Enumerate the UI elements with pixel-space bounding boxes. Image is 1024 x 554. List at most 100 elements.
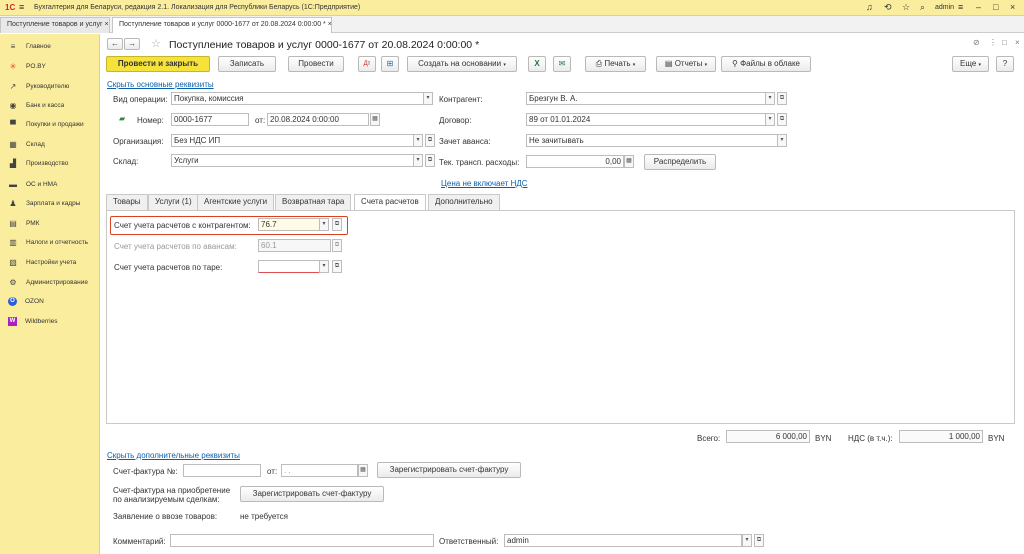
organization-dropdown-icon[interactable]: ▾ xyxy=(413,134,423,147)
window-title: Бухгалтерия для Беларуси, редакция 2.1. … xyxy=(34,4,361,11)
warehouse-field[interactable]: Услуги xyxy=(171,154,414,167)
create-based-button[interactable]: Создать на основании ▾ xyxy=(407,56,517,72)
contractor-field[interactable]: Брезгун В. А. xyxy=(526,92,766,105)
settings-menu-icon[interactable]: ≡ xyxy=(958,2,963,12)
post-and-close-button[interactable]: Провести и закрыть xyxy=(106,56,210,72)
responsible-dropdown-icon[interactable]: ▾ xyxy=(742,534,752,547)
favorite-star-icon[interactable]: ☆ xyxy=(151,37,161,50)
sidebar-item-6[interactable]: ▟ Производство xyxy=(0,154,100,172)
tab-additional[interactable]: Дополнительно xyxy=(428,194,500,210)
help-button[interactable]: ? xyxy=(996,56,1014,72)
tab-settlement-accounts[interactable]: Счета расчетов xyxy=(354,194,426,211)
print-button[interactable]: ⎙ Печать ▾ xyxy=(585,56,646,72)
sidebar-item-2[interactable]: ↗ Руководителю xyxy=(0,77,100,95)
tab-goods[interactable]: Товары xyxy=(106,194,148,210)
user-name[interactable]: admin xyxy=(935,4,954,11)
structure-icon[interactable]: ⊞ xyxy=(381,56,399,72)
sidebar-item-9[interactable]: ▤ РМК xyxy=(0,214,100,232)
star-icon[interactable]: ☆ xyxy=(902,2,910,13)
excel-icon[interactable]: X xyxy=(528,56,546,72)
warehouse-dropdown-icon[interactable]: ▾ xyxy=(413,154,423,167)
sidebar-item-1[interactable]: ✳ PO.BY xyxy=(0,57,100,75)
save-button[interactable]: Записать xyxy=(218,56,276,72)
minimize-icon[interactable]: – xyxy=(976,2,981,12)
sidebar-item-5[interactable]: ▦ Склад xyxy=(0,135,100,153)
contract-field[interactable]: 89 от 01.01.2024 xyxy=(526,113,766,126)
operation-field[interactable]: Покупка, комиссия xyxy=(171,92,424,105)
contractor-dropdown-icon[interactable]: ▾ xyxy=(765,92,775,105)
close-tab-icon[interactable]: × xyxy=(104,21,108,28)
tab-agent-services[interactable]: Агентские услуги xyxy=(197,194,275,210)
register-purchase-invoice-button[interactable]: Зарегистрировать счет-фактуру xyxy=(240,486,384,502)
hide-main-details-link[interactable]: Скрыть основные реквизиты xyxy=(107,80,214,90)
calendar-icon[interactable]: ▦ xyxy=(370,113,380,126)
sidebar-item-4[interactable]: ▀ Покупки и продажи xyxy=(0,115,100,133)
dt-kt-icon[interactable]: Дт xyxy=(358,56,376,72)
maximize-icon[interactable]: □ xyxy=(993,2,998,12)
warehouse-icon: ▦ xyxy=(9,139,17,149)
sidebar-item-10[interactable]: ▥ Налоги и отчетность xyxy=(0,233,100,251)
sidebar-item-0[interactable]: ≡ Главное xyxy=(0,37,100,55)
calculator-icon[interactable]: ▦ xyxy=(624,155,634,168)
sidebar-item-7[interactable]: ▬ ОС и НМА xyxy=(0,175,100,193)
sidebar-item-12[interactable]: ⚙ Администрирование xyxy=(0,273,100,291)
contract-open-icon[interactable]: ⧉ xyxy=(777,113,787,126)
close-form-icon[interactable]: × xyxy=(1015,38,1020,47)
close-tab-icon[interactable]: × xyxy=(328,21,332,28)
sidebar-item-11[interactable]: ▧ Настройки учета xyxy=(0,253,100,271)
more-button[interactable]: Еще ▾ xyxy=(952,56,989,72)
close-icon[interactable]: × xyxy=(1010,2,1015,12)
sidebar-item-3[interactable]: ◉ Банк и касса xyxy=(0,96,100,114)
window-tab-document[interactable]: Поступление товаров и услуг 0000-1677 от… xyxy=(112,17,332,33)
tare-account-field[interactable] xyxy=(258,260,320,273)
transport-costs-field[interactable]: 0,00 xyxy=(526,155,624,168)
send-icon[interactable]: ✉ xyxy=(553,56,571,72)
date-field[interactable]: 20.08.2024 0:00:00 xyxy=(267,113,369,126)
link-icon[interactable]: ⊘ xyxy=(973,38,980,47)
bell-icon[interactable]: ♫ xyxy=(866,2,873,12)
tare-account-dropdown-icon[interactable]: ▾ xyxy=(319,260,329,273)
invoice-calendar-icon[interactable]: ▦ xyxy=(358,464,368,477)
contractor-open-icon[interactable]: ⧉ xyxy=(777,92,787,105)
maximize-form-icon[interactable]: □ xyxy=(1002,38,1007,47)
contractor-account-dropdown-icon[interactable]: ▾ xyxy=(319,218,329,231)
number-field[interactable]: 0000-1677 xyxy=(171,113,249,126)
organization-field[interactable]: Без НДС ИП xyxy=(171,134,414,147)
kebab-menu-icon[interactable]: ⋮ xyxy=(989,38,997,47)
search-icon[interactable]: ⌕ xyxy=(920,2,925,13)
forward-button[interactable]: → xyxy=(124,38,140,50)
comment-field[interactable] xyxy=(170,534,434,547)
contractor-account-open-icon[interactable]: ⧉ xyxy=(332,218,342,231)
tab-returnable-tare[interactable]: Возвратная тара xyxy=(275,194,352,210)
people-icon: ♟ xyxy=(9,198,17,208)
distribute-button[interactable]: Распределить xyxy=(644,154,716,170)
advance-offset-dropdown-icon[interactable]: ▾ xyxy=(777,134,787,147)
post-button[interactable]: Провести xyxy=(288,56,344,72)
reports-button[interactable]: ▤ Отчеты ▾ xyxy=(656,56,716,72)
contractor-account-field[interactable]: 76.7 xyxy=(258,218,320,231)
sidebar-item-8[interactable]: ♟ Зарплата и кадры xyxy=(0,194,100,212)
warehouse-open-icon[interactable]: ⧉ xyxy=(425,154,435,167)
back-button[interactable]: ← xyxy=(107,38,123,50)
tab-services[interactable]: Услуги (1) xyxy=(148,194,199,210)
responsible-open-icon[interactable]: ⧉ xyxy=(754,534,764,547)
responsible-field[interactable]: admin xyxy=(504,534,742,547)
vat-mode-link[interactable]: Цена не включает НДС xyxy=(441,179,528,189)
invoice-date-field[interactable]: . . xyxy=(281,464,358,477)
organization-open-icon[interactable]: ⧉ xyxy=(425,134,435,147)
sidebar-item-14[interactable]: W Wildberries xyxy=(0,312,100,330)
operation-dropdown-icon[interactable]: ▾ xyxy=(423,92,433,105)
cloud-files-button[interactable]: ⚲ Файлы в облаке xyxy=(721,56,811,72)
advance-offset-field[interactable]: Не зачитывать xyxy=(526,134,778,147)
chevron-down-icon: ▾ xyxy=(503,62,506,68)
main-menu-icon[interactable]: ≡ xyxy=(19,2,24,12)
window-tab-list[interactable]: Поступление товаров и услуг × xyxy=(0,17,110,33)
hide-extra-details-link[interactable]: Скрыть дополнительные реквизиты xyxy=(107,451,240,461)
sidebar-item-13[interactable]: O OZON xyxy=(0,292,100,310)
contract-dropdown-icon[interactable]: ▾ xyxy=(765,113,775,126)
contract-label: Договор: xyxy=(439,116,472,125)
tare-account-open-icon[interactable]: ⧉ xyxy=(332,260,342,273)
invoice-number-field[interactable] xyxy=(183,464,261,477)
register-invoice-button[interactable]: Зарегистрировать счет-фактуру xyxy=(377,462,521,478)
history-icon[interactable]: ⟲ xyxy=(884,2,892,13)
